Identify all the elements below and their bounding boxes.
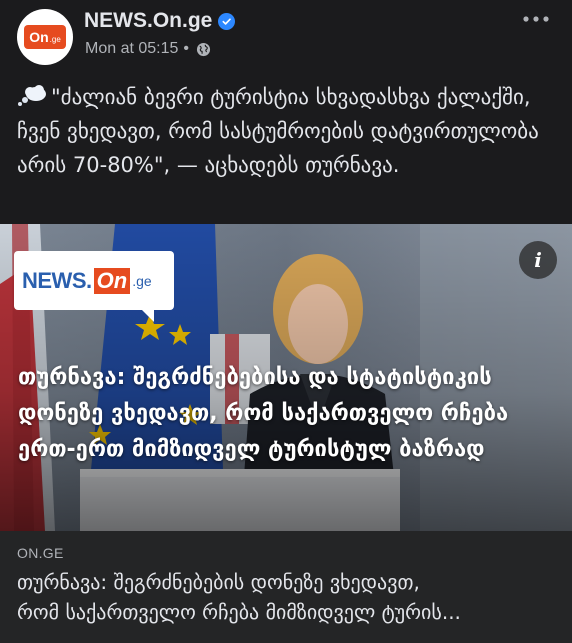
post-text: "ძალიან ბევრი ტურისტია სხვადასხვა ქალაქშ… — [17, 80, 557, 182]
link-title-line1: თურნავა: შეგრძნებების დონეზე ვხედავთ, — [17, 570, 420, 594]
post-meta: Mon at 05:15 • — [85, 40, 211, 58]
globe-icon — [196, 42, 211, 56]
link-title-line2: რომ საქართველო რჩება მიმზიდველ ტურის... — [17, 600, 461, 624]
link-title[interactable]: თურნავა: შეგრძნებების დონეზე ვხედავთ, რო… — [17, 567, 562, 627]
link-preview[interactable]: ON.GE თურნავა: შეგრძნებების დონეზე ვხედა… — [0, 531, 572, 643]
post-header: On .ge NEWS.On.ge Mon at 05:15 • — [0, 0, 572, 70]
news-brand-logo: NEWS. On .ge — [14, 251, 174, 322]
post-timestamp[interactable]: Mon at 05:15 — [85, 40, 178, 58]
avatar-logo: On .ge — [24, 25, 66, 49]
avatar-logo-text: On — [29, 29, 49, 45]
page-name[interactable]: NEWS.On.ge — [84, 9, 212, 33]
brand-text-news: NEWS. — [22, 267, 92, 293]
image-headline: თურნავა: შეგრძნებებისა და სტატისტიკის დო… — [18, 365, 509, 462]
info-icon-label: i — [534, 248, 542, 272]
post-image[interactable]: NEWS. On .ge i თურნავა: შეგრძნებებისა და… — [0, 224, 572, 531]
page-name-link[interactable]: NEWS.On.ge — [84, 9, 236, 33]
thought-bubble-icon — [18, 85, 46, 106]
brand-text-on: On — [93, 267, 131, 294]
post-body-text: "ძალიან ბევრი ტურისტია სხვადასხვა ქალაქშ… — [17, 85, 539, 177]
info-icon[interactable]: i — [519, 241, 557, 279]
brand-text-ge: .ge — [132, 272, 152, 289]
meta-separator: • — [183, 40, 190, 57]
verified-badge-icon — [218, 12, 236, 30]
page-avatar[interactable]: On .ge — [17, 9, 73, 65]
link-domain: ON.GE — [17, 545, 64, 561]
more-horizontal-icon[interactable] — [522, 14, 550, 24]
avatar-logo-suffix: .ge — [49, 35, 61, 44]
